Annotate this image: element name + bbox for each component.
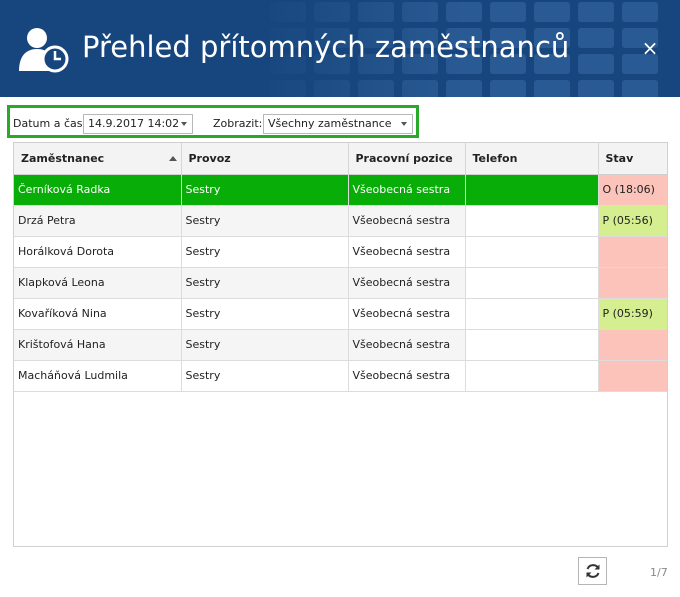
cell-employee: Drzá Petra	[14, 205, 182, 237]
cell-phone	[465, 205, 599, 237]
cell-phone	[465, 298, 599, 330]
cell-employee: Krištofová Hana	[14, 329, 182, 361]
cell-position: Všeobecná sestra	[348, 329, 466, 361]
cell-phone	[465, 267, 599, 299]
cell-provoz: Sestry	[181, 236, 349, 268]
attendance-app-icon	[19, 28, 69, 73]
cell-provoz: Sestry	[181, 298, 349, 330]
date-time-picker[interactable]: 14.9.2017 14:02	[83, 114, 193, 134]
window-title: Přehled přítomných zaměstnanců	[82, 30, 570, 64]
cell-position: Všeobecná sestra	[348, 236, 466, 268]
table-row[interactable]: Klapková Leona Sestry Všeobecná sestra	[14, 267, 667, 299]
close-icon[interactable]: ×	[640, 37, 660, 59]
employees-grid: Zaměstnanec Provoz Pracovní pozice Telef…	[13, 142, 668, 547]
cell-phone	[465, 174, 599, 206]
table-row[interactable]: Macháňová Ludmila Sestry Všeobecná sestr…	[14, 360, 667, 392]
employees-table: Zaměstnanec Provoz Pracovní pozice Telef…	[14, 143, 667, 392]
cell-status: P (05:59)	[598, 298, 667, 330]
cell-employee: Černíková Radka	[14, 174, 182, 206]
cell-position: Všeobecná sestra	[348, 174, 466, 206]
cell-phone	[465, 360, 599, 392]
cell-status: O (18:06)	[598, 174, 667, 206]
chevron-down-icon[interactable]	[181, 122, 187, 126]
date-time-value: 14.9.2017 14:02	[88, 117, 180, 130]
cell-status	[598, 329, 667, 361]
column-header-phone[interactable]: Telefon	[465, 143, 599, 175]
cell-status	[598, 236, 667, 268]
show-select[interactable]: Všechny zaměstnance	[263, 114, 413, 134]
cell-provoz: Sestry	[181, 329, 349, 361]
column-header-employee[interactable]: Zaměstnanec	[14, 143, 182, 175]
filter-bar: Datum a čas: 14.9.2017 14:02 Zobrazit: V…	[7, 105, 419, 138]
cell-position: Všeobecná sestra	[348, 267, 466, 299]
chevron-down-icon[interactable]	[401, 122, 407, 126]
refresh-icon	[586, 564, 600, 578]
cell-provoz: Sestry	[181, 174, 349, 206]
cell-employee: Horálková Dorota	[14, 236, 182, 268]
cell-status: P (05:56)	[598, 205, 667, 237]
column-header-status[interactable]: Stav	[598, 143, 667, 175]
refresh-button[interactable]	[578, 557, 607, 585]
cell-status	[598, 360, 667, 392]
date-time-label: Datum a čas:	[13, 117, 87, 130]
cell-employee: Kovaříková Nina	[14, 298, 182, 330]
sort-ascending-icon	[168, 156, 177, 161]
cell-employee: Macháňová Ludmila	[14, 360, 182, 392]
column-header-position[interactable]: Pracovní pozice	[348, 143, 466, 175]
cell-position: Všeobecná sestra	[348, 205, 466, 237]
cell-phone	[465, 236, 599, 268]
table-row[interactable]: Drzá Petra Sestry Všeobecná sestra P (05…	[14, 205, 667, 237]
cell-provoz: Sestry	[181, 360, 349, 392]
cell-provoz: Sestry	[181, 267, 349, 299]
table-header-row: Zaměstnanec Provoz Pracovní pozice Telef…	[14, 143, 667, 175]
table-row[interactable]: Kovaříková Nina Sestry Všeobecná sestra …	[14, 298, 667, 330]
show-select-value: Všechny zaměstnance	[268, 117, 392, 130]
table-row[interactable]: Horálková Dorota Sestry Všeobecná sestra	[14, 236, 667, 268]
column-header-provoz[interactable]: Provoz	[181, 143, 349, 175]
show-label: Zobrazit:	[213, 117, 263, 130]
cell-phone	[465, 329, 599, 361]
table-row[interactable]: Krištofová Hana Sestry Všeobecná sestra	[14, 329, 667, 361]
cell-provoz: Sestry	[181, 205, 349, 237]
cell-position: Všeobecná sestra	[348, 298, 466, 330]
table-row[interactable]: Černíková Radka Sestry Všeobecná sestra …	[14, 174, 667, 206]
cell-employee: Klapková Leona	[14, 267, 182, 299]
window-header: Přehled přítomných zaměstnanců ×	[0, 0, 680, 97]
cell-position: Všeobecná sestra	[348, 360, 466, 392]
page-indicator: 1/7	[650, 566, 668, 579]
cell-status	[598, 267, 667, 299]
